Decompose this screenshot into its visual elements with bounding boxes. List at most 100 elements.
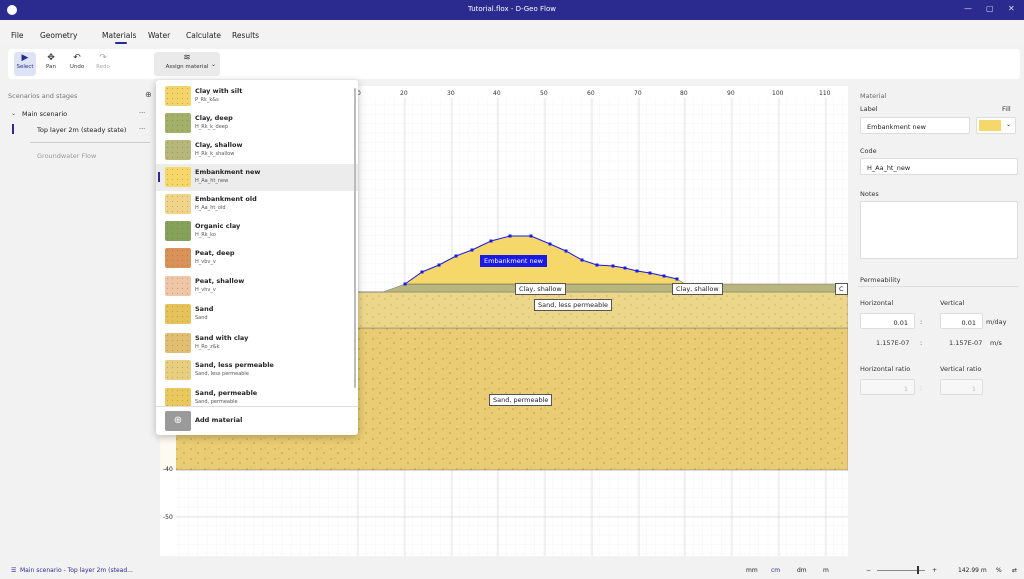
material-item-organic-clay[interactable]: Organic clay H_Rk_ko	[156, 218, 358, 245]
more-icon[interactable]: ···	[139, 109, 145, 117]
material-swatch	[165, 221, 191, 241]
ruler-top-tick: 70	[634, 90, 642, 97]
pan-button[interactable]: ✥ Pan	[40, 52, 62, 76]
ruler-left-tick: -40	[163, 466, 173, 473]
restore-button[interactable]: ▢	[986, 4, 994, 13]
ruler-top-tick: 80	[680, 90, 688, 97]
minimize-button[interactable]: —	[964, 4, 972, 13]
material-item-embankment-old[interactable]: Embankment old H_Aa_ht_old	[156, 191, 358, 218]
material-item-sand-permeable[interactable]: Sand, permeable Sand, permeable	[156, 385, 358, 407]
unit-m[interactable]: m	[823, 567, 829, 574]
vertical-caption: Vertical	[940, 299, 965, 307]
scenarios-header: Scenarios and stages	[8, 92, 78, 100]
ruler-top-tick: 30	[447, 90, 455, 97]
material-swatch	[165, 113, 191, 133]
add-material-button[interactable]: ⊕ Add material	[156, 407, 358, 435]
material-item-peat-deep[interactable]: Peat, deep H_vbv_v	[156, 245, 358, 272]
close-button[interactable]: ✕	[1008, 4, 1015, 13]
more-icon[interactable]: ···	[139, 125, 145, 133]
menu-water[interactable]: Water	[148, 31, 170, 40]
menu-file[interactable]: File	[11, 31, 24, 40]
menu-geometry[interactable]: Geometry	[40, 31, 77, 40]
fill-color-picker[interactable]: ⌄	[976, 117, 1016, 134]
zoom-out-icon[interactable]: −	[866, 567, 871, 574]
main-scenario-item[interactable]: Main scenario	[22, 110, 67, 118]
unit-m-per-day: m/day	[986, 318, 1007, 326]
material-item-clay-deep[interactable]: Clay, deep H_Rk_k_deep	[156, 110, 358, 137]
undo-icon: ↶	[73, 53, 81, 63]
horizontal-caption: Horizontal	[860, 299, 894, 307]
material-item-clay-shallow[interactable]: Clay, shallow H_Rk_k_shallow	[156, 137, 358, 164]
ruler-top-tick: 110	[819, 90, 831, 97]
material-item-peat-shallow[interactable]: Peat, shallow H_vhv_v	[156, 273, 358, 300]
material-swatch	[165, 388, 191, 407]
code-input[interactable]: H_Aa_ht_new	[860, 158, 1018, 175]
menu-bar: File Geometry Materials Water Calculate …	[0, 20, 1024, 44]
material-swatch	[165, 194, 191, 214]
percent-toggle[interactable]: %	[996, 567, 1002, 574]
menu-results[interactable]: Results	[232, 31, 259, 40]
ruler-top-tick: 20	[400, 90, 408, 97]
current-stage-link[interactable]: Main scenario - Top layer 2m (stead...	[20, 567, 133, 574]
notes-textarea[interactable]	[860, 201, 1018, 259]
undo-button[interactable]: ↶ Undo	[66, 52, 88, 76]
add-scenario-icon[interactable]: ⊕	[145, 90, 152, 99]
vertical-permeability-input[interactable]: 0.01	[940, 313, 983, 329]
permeability-header: Permeability	[860, 276, 901, 284]
chevron-down-icon: ⌄	[1006, 121, 1012, 128]
clay-shallow-label[interactable]: Clay, shallow	[515, 283, 566, 295]
label-input[interactable]: Embankment new	[860, 117, 970, 134]
material-properties-panel: Material Label Fill Embankment new ⌄ Cod…	[852, 86, 1020, 556]
unit-m-per-s: m/s	[990, 339, 1002, 347]
ruler-top-tick: 100	[772, 90, 784, 97]
material-item-embankment-new[interactable]: Embankment new H_Aa_ht_new	[156, 164, 358, 191]
embankment-new-label[interactable]: Embankment new	[480, 255, 547, 267]
status-bar: ☰ Main scenario - Top layer 2m (stead...…	[0, 561, 1024, 579]
zoom-value: 142.99 m	[958, 567, 987, 574]
horizontal-permeability-input[interactable]: 0.01	[860, 313, 915, 329]
notes-caption: Notes	[860, 190, 879, 198]
label-caption: Label	[860, 105, 878, 113]
separator: :	[920, 318, 923, 326]
menu-calculate[interactable]: Calculate	[186, 31, 221, 40]
material-item-sand-less-permeable[interactable]: Sand, less permeable Sand, less permeable	[156, 357, 358, 384]
horizontal-ratio-input[interactable]: 1	[860, 379, 915, 395]
assign-material-button[interactable]: ≋ Assign material ⌄	[154, 52, 220, 76]
select-button[interactable]: ▶ Select	[14, 52, 36, 76]
menu-materials[interactable]: Materials	[102, 31, 136, 40]
redo-button[interactable]: ↷ Redo	[92, 52, 114, 76]
swap-icon[interactable]: ⇄	[1012, 567, 1017, 574]
active-menu-indicator	[115, 42, 127, 44]
horizontal-ratio-caption: Horizontal ratio	[860, 365, 911, 373]
clay-shallow-label[interactable]: C	[835, 283, 848, 295]
material-swatch	[165, 248, 191, 268]
material-dropdown: Clay with silt P_Rk_k&s Clay, deep H_Rk_k_…	[156, 80, 358, 435]
zoom-slider-thumb[interactable]	[917, 566, 919, 574]
clay-shallow-label[interactable]: Clay, shallow	[672, 283, 723, 295]
list-icon: ☰	[11, 567, 17, 574]
unit-dm[interactable]: dm	[797, 567, 807, 574]
material-swatch	[165, 333, 191, 353]
unit-cm[interactable]: cm	[771, 567, 780, 574]
ribbon: ▶ Select ✥ Pan ↶ Undo ↷ Redo ≋ Assign ma…	[8, 49, 1020, 79]
ruler-top-tick: 50	[540, 90, 548, 97]
fill-caption: Fill	[1002, 105, 1011, 113]
zoom-in-icon[interactable]: +	[932, 567, 937, 574]
stage-item-top-layer[interactable]: Top layer 2m (steady state)	[37, 126, 126, 134]
sand-less-permeable-label[interactable]: Sand, less permeable	[534, 299, 613, 311]
ruler-top-tick: 40	[493, 90, 501, 97]
material-item-sand-with-clay[interactable]: Sand with clay H_Ro_z&k	[156, 330, 358, 357]
chevron-down-icon[interactable]: ⌄	[11, 110, 16, 117]
sand-permeable-label[interactable]: Sand, permeable	[489, 394, 553, 406]
vertical-ratio-input[interactable]: 1	[940, 379, 983, 395]
material-item-clay-with-silt[interactable]: Clay with silt P_Rk_k&s	[156, 83, 358, 110]
redo-icon: ↷	[99, 53, 107, 63]
dropdown-scrollbar[interactable]	[354, 88, 356, 388]
separator: :	[920, 339, 923, 347]
unit-mm[interactable]: mm	[746, 567, 758, 574]
code-caption: Code	[860, 147, 877, 155]
material-item-sand[interactable]: Sand Sand	[156, 301, 358, 328]
fill-swatch	[979, 120, 1001, 131]
selection-marker	[12, 124, 14, 134]
groundwater-flow-item[interactable]: Groundwater Flow	[37, 152, 96, 160]
